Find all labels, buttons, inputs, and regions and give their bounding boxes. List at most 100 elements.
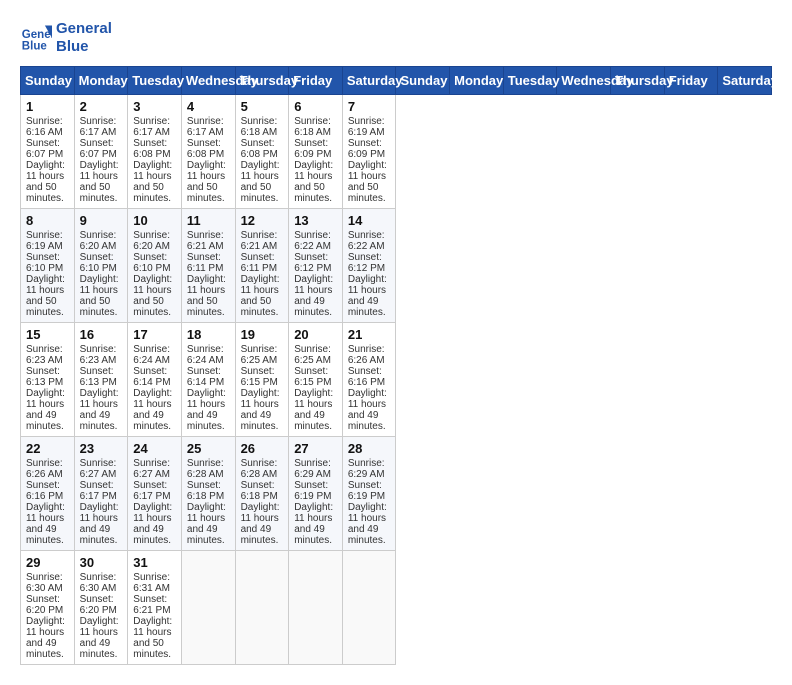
sunset-label: Sunset: 6:19 PM xyxy=(348,480,385,502)
calendar-cell: 30Sunrise: 6:30 AMSunset: 6:20 PMDayligh… xyxy=(74,551,128,665)
day-number: 18 xyxy=(187,327,230,342)
sunset-label: Sunset: 6:14 PM xyxy=(133,366,170,388)
day-number: 29 xyxy=(26,555,69,570)
day-number: 8 xyxy=(26,213,69,228)
daylight-label: Daylight: 11 hours and 49 minutes. xyxy=(241,502,280,546)
daylight-label: Daylight: 11 hours and 50 minutes. xyxy=(133,616,172,660)
sunrise-label: Sunrise: 6:30 AM xyxy=(26,572,63,594)
sunset-label: Sunset: 6:08 PM xyxy=(187,138,224,160)
calendar-cell: 20Sunrise: 6:25 AMSunset: 6:15 PMDayligh… xyxy=(289,323,343,437)
daylight-label: Daylight: 11 hours and 50 minutes. xyxy=(187,160,226,204)
sunset-label: Sunset: 6:10 PM xyxy=(26,252,63,274)
calendar-cell: 14Sunrise: 6:22 AMSunset: 6:12 PMDayligh… xyxy=(342,209,396,323)
day-number: 7 xyxy=(348,99,391,114)
daylight-label: Daylight: 11 hours and 50 minutes. xyxy=(241,160,280,204)
daylight-label: Daylight: 11 hours and 49 minutes. xyxy=(187,502,226,546)
svg-text:Blue: Blue xyxy=(22,41,48,53)
day-number: 31 xyxy=(133,555,176,570)
calendar-cell xyxy=(289,551,343,665)
sunrise-label: Sunrise: 6:17 AM xyxy=(187,116,224,138)
day-number: 3 xyxy=(133,99,176,114)
day-number: 21 xyxy=(348,327,391,342)
daylight-label: Daylight: 11 hours and 49 minutes. xyxy=(26,388,65,432)
daylight-label: Daylight: 11 hours and 49 minutes. xyxy=(133,502,172,546)
day-number: 1 xyxy=(26,99,69,114)
sunset-label: Sunset: 6:16 PM xyxy=(348,366,385,388)
sunset-label: Sunset: 6:21 PM xyxy=(133,594,170,616)
header-row: SundayMondayTuesdayWednesdayThursdayFrid… xyxy=(21,67,772,95)
daylight-label: Daylight: 11 hours and 49 minutes. xyxy=(80,502,119,546)
sunrise-label: Sunrise: 6:22 AM xyxy=(294,230,331,252)
day-number: 6 xyxy=(294,99,337,114)
calendar-cell: 11Sunrise: 6:21 AMSunset: 6:11 PMDayligh… xyxy=(181,209,235,323)
day-number: 28 xyxy=(348,441,391,456)
col-header-sunday: Sunday xyxy=(21,67,75,95)
daylight-label: Daylight: 11 hours and 50 minutes. xyxy=(26,160,65,204)
sunset-label: Sunset: 6:17 PM xyxy=(80,480,117,502)
calendar-cell: 24Sunrise: 6:27 AMSunset: 6:17 PMDayligh… xyxy=(128,437,182,551)
daylight-label: Daylight: 11 hours and 49 minutes. xyxy=(80,616,119,660)
sunrise-label: Sunrise: 6:25 AM xyxy=(294,344,331,366)
day-number: 23 xyxy=(80,441,123,456)
sunrise-label: Sunrise: 6:28 AM xyxy=(187,458,224,480)
sunrise-label: Sunrise: 6:26 AM xyxy=(26,458,63,480)
sunrise-label: Sunrise: 6:30 AM xyxy=(80,572,117,594)
daylight-label: Daylight: 11 hours and 49 minutes. xyxy=(241,388,280,432)
sunset-label: Sunset: 6:07 PM xyxy=(26,138,63,160)
calendar-cell: 2Sunrise: 6:17 AMSunset: 6:07 PMDaylight… xyxy=(74,95,128,209)
sunset-label: Sunset: 6:11 PM xyxy=(241,252,278,274)
sunrise-label: Sunrise: 6:18 AM xyxy=(294,116,331,138)
calendar-cell: 28Sunrise: 6:29 AMSunset: 6:19 PMDayligh… xyxy=(342,437,396,551)
sunset-label: Sunset: 6:17 PM xyxy=(133,480,170,502)
sunset-label: Sunset: 6:19 PM xyxy=(294,480,331,502)
sunset-label: Sunset: 6:15 PM xyxy=(241,366,278,388)
daylight-label: Daylight: 11 hours and 50 minutes. xyxy=(187,274,226,318)
sunrise-label: Sunrise: 6:17 AM xyxy=(133,116,170,138)
day-number: 16 xyxy=(80,327,123,342)
col-header-monday: Monday xyxy=(74,67,128,95)
sunrise-label: Sunrise: 6:24 AM xyxy=(187,344,224,366)
day-number: 26 xyxy=(241,441,284,456)
col-header-friday: Friday xyxy=(289,67,343,95)
day-number: 15 xyxy=(26,327,69,342)
sunset-label: Sunset: 6:10 PM xyxy=(133,252,170,274)
daylight-label: Daylight: 11 hours and 49 minutes. xyxy=(294,388,333,432)
calendar-cell: 13Sunrise: 6:22 AMSunset: 6:12 PMDayligh… xyxy=(289,209,343,323)
daylight-label: Daylight: 11 hours and 49 minutes. xyxy=(348,274,387,318)
day-number: 5 xyxy=(241,99,284,114)
sunset-label: Sunset: 6:09 PM xyxy=(348,138,385,160)
day-number: 17 xyxy=(133,327,176,342)
daylight-label: Daylight: 11 hours and 49 minutes. xyxy=(294,274,333,318)
week-row-5: 29Sunrise: 6:30 AMSunset: 6:20 PMDayligh… xyxy=(21,551,772,665)
daylight-label: Daylight: 11 hours and 49 minutes. xyxy=(26,616,65,660)
sunset-label: Sunset: 6:20 PM xyxy=(26,594,63,616)
calendar-cell: 15Sunrise: 6:23 AMSunset: 6:13 PMDayligh… xyxy=(21,323,75,437)
calendar-table: SundayMondayTuesdayWednesdayThursdayFrid… xyxy=(20,66,772,665)
day-number: 11 xyxy=(187,213,230,228)
col-header-tuesday: Tuesday xyxy=(128,67,182,95)
sunset-label: Sunset: 6:15 PM xyxy=(294,366,331,388)
sunset-label: Sunset: 6:13 PM xyxy=(80,366,117,388)
calendar-cell: 29 Sunrise: 6:30 AMSunset: 6:20 PMDayligh… xyxy=(21,551,75,665)
logo-text: General Blue xyxy=(56,20,112,56)
calendar-cell: 31Sunrise: 6:31 AMSunset: 6:21 PMDayligh… xyxy=(128,551,182,665)
sunrise-label: Sunrise: 6:28 AM xyxy=(241,458,278,480)
calendar-cell xyxy=(342,551,396,665)
day-number: 14 xyxy=(348,213,391,228)
sunrise-label: Sunrise: 6:20 AM xyxy=(133,230,170,252)
calendar-cell: 19Sunrise: 6:25 AMSunset: 6:15 PMDayligh… xyxy=(235,323,289,437)
calendar-cell: 17Sunrise: 6:24 AMSunset: 6:14 PMDayligh… xyxy=(128,323,182,437)
sunrise-label: Sunrise: 6:24 AM xyxy=(133,344,170,366)
col-header-wednesday: Wednesday xyxy=(181,67,235,95)
daylight-label: Daylight: 11 hours and 50 minutes. xyxy=(133,160,172,204)
day-number: 25 xyxy=(187,441,230,456)
sunrise-label: Sunrise: 6:29 AM xyxy=(294,458,331,480)
daylight-label: Daylight: 11 hours and 50 minutes. xyxy=(348,160,387,204)
sunset-label: Sunset: 6:13 PM xyxy=(26,366,63,388)
daylight-label: Daylight: 11 hours and 50 minutes. xyxy=(241,274,280,318)
calendar-cell: 22Sunrise: 6:26 AMSunset: 6:16 PMDayligh… xyxy=(21,437,75,551)
day-number: 9 xyxy=(80,213,123,228)
day-number: 19 xyxy=(241,327,284,342)
sunrise-label: Sunrise: 6:26 AM xyxy=(348,344,385,366)
daylight-label: Daylight: 11 hours and 50 minutes. xyxy=(294,160,333,204)
